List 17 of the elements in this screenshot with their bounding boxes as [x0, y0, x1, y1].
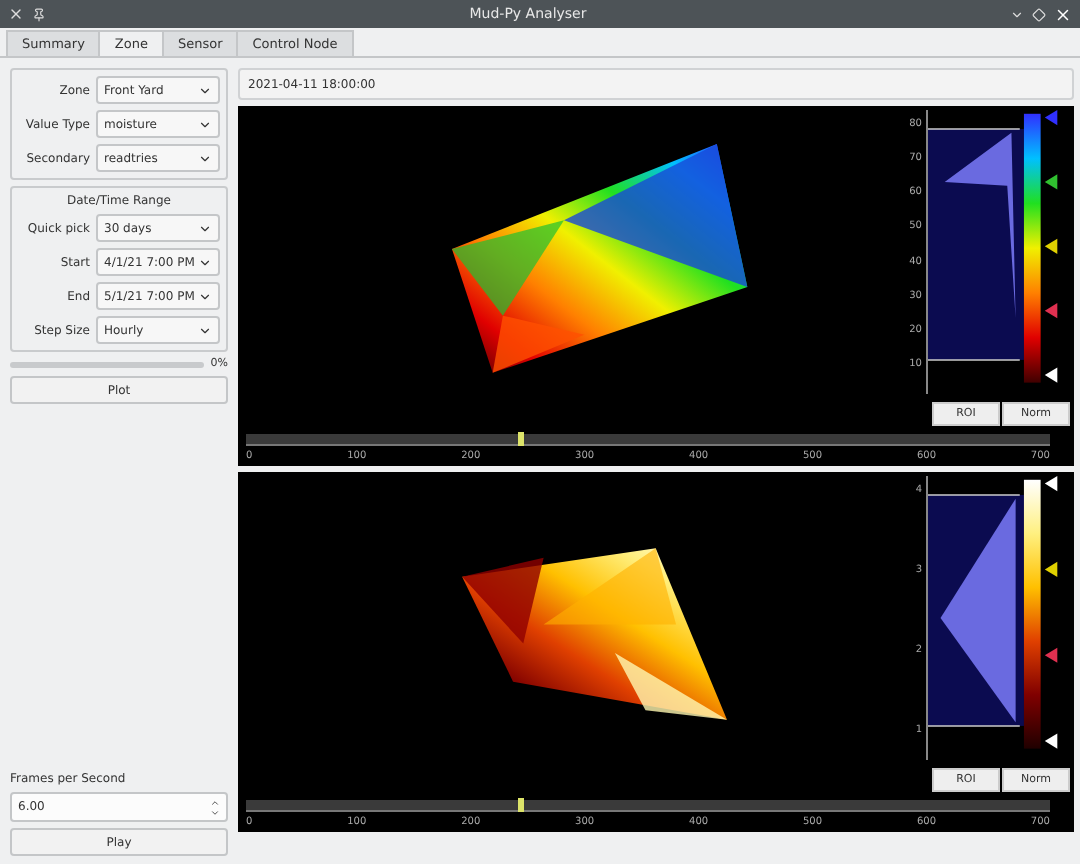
chevron-icon	[198, 323, 212, 337]
chevron-icon	[198, 83, 212, 97]
chevron-icon	[198, 117, 212, 131]
pin-icon[interactable]	[32, 7, 46, 21]
up-icon[interactable]	[210, 797, 220, 807]
close-icon[interactable]	[1054, 5, 1072, 23]
timeline-handle[interactable]	[517, 432, 524, 446]
timeline-handle[interactable]	[517, 798, 524, 812]
timeline-track[interactable]	[246, 800, 1050, 812]
down-icon[interactable]	[210, 807, 220, 817]
chevron-icon	[198, 221, 212, 235]
minimize-icon[interactable]	[1010, 7, 1024, 21]
chevron-icon	[198, 289, 212, 303]
maximize-icon[interactable]	[1032, 7, 1046, 21]
chevron-icon	[198, 151, 212, 165]
chevron-icon	[198, 255, 212, 269]
timeline-track[interactable]	[246, 434, 1050, 446]
